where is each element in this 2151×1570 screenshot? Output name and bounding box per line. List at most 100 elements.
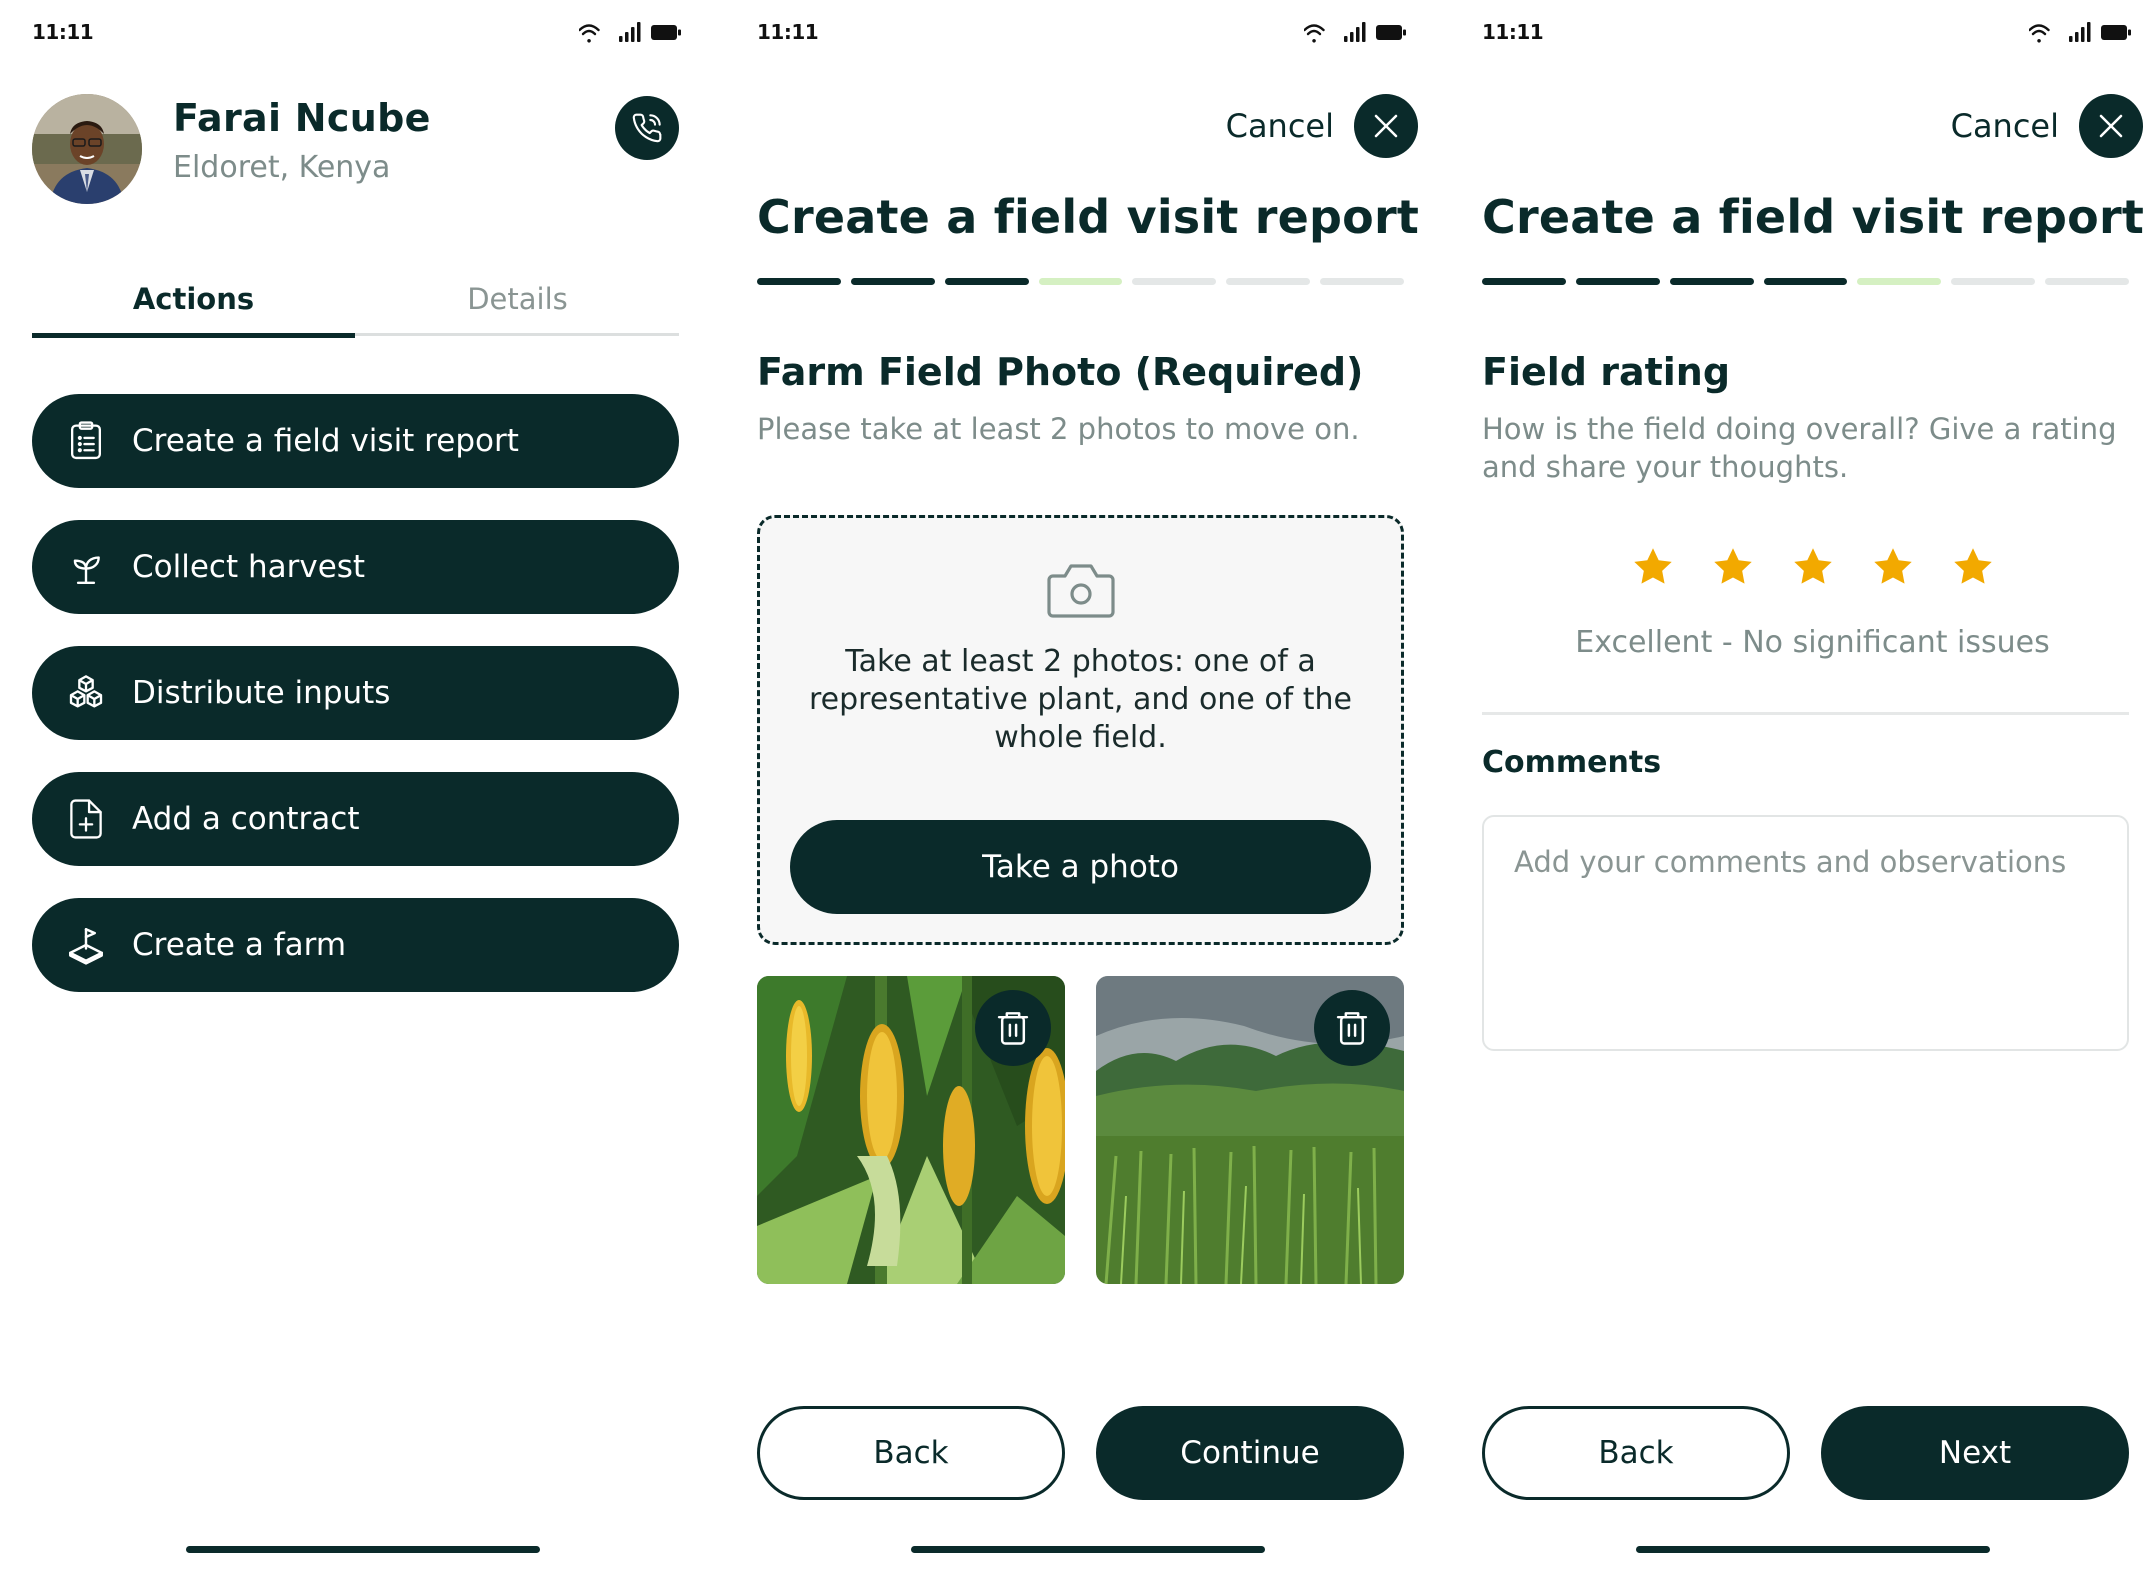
section-title: Field rating: [1482, 350, 1731, 394]
photo-step-screen: 11:11 Cancel Create a field visit report…: [725, 0, 1450, 1570]
cancel-label[interactable]: Cancel: [1226, 107, 1334, 145]
next-button[interactable]: Next: [1821, 1406, 2129, 1500]
tab-details[interactable]: Details: [356, 268, 679, 336]
create-field-visit-report-button[interactable]: Create a field visit report: [32, 394, 679, 488]
farmer-name: Farai Ncube: [173, 96, 431, 140]
call-button[interactable]: [615, 96, 679, 160]
battery-icon: [1376, 25, 1406, 40]
action-label: Add a contract: [132, 801, 360, 837]
camera-icon: [1046, 564, 1115, 618]
action-label: Create a field visit report: [132, 423, 519, 459]
action-label: Create a farm: [132, 927, 347, 963]
status-bar: 11:11: [1482, 20, 2133, 46]
star-icon[interactable]: [1951, 545, 1995, 589]
star-icon[interactable]: [1871, 545, 1915, 589]
battery-icon: [2101, 25, 2131, 40]
farm-plot-icon: [64, 923, 108, 967]
status-time: 11:11: [757, 20, 819, 44]
comments-input[interactable]: [1484, 817, 2127, 1049]
take-photo-button[interactable]: Take a photo: [790, 820, 1371, 914]
trash-icon: [1336, 1012, 1368, 1045]
rating-step-screen: 11:11 Cancel Create a field visit report…: [1450, 0, 2151, 1570]
collect-harvest-button[interactable]: Collect harvest: [32, 520, 679, 614]
section-subtitle: How is the field doing overall? Give a r…: [1482, 412, 2117, 484]
page-title: Create a field visit report: [1482, 190, 2145, 244]
comments-label: Comments: [1482, 745, 1662, 780]
progress-segment: [850, 278, 935, 285]
cancel-control[interactable]: Cancel: [1226, 94, 1418, 158]
home-indicator: [1635, 1546, 1990, 1553]
star-icon[interactable]: [1791, 545, 1835, 589]
close-icon: [2099, 114, 2123, 138]
progress-segment: [944, 278, 1029, 285]
document-plus-icon: [64, 797, 108, 841]
progress-segment: [1482, 278, 1566, 285]
cellular-signal-icon: [2069, 22, 2091, 42]
progress-segment: [757, 278, 841, 285]
progress-segment: [1226, 278, 1311, 285]
progress-segment: [1951, 278, 2036, 285]
back-button[interactable]: Back: [757, 1406, 1065, 1500]
action-label: Collect harvest: [132, 549, 366, 585]
photo-thumbnail-plant: [757, 976, 1065, 1284]
wifi-icon: [579, 24, 600, 43]
avatar: [32, 94, 142, 204]
sprout-icon: [64, 545, 108, 589]
section-title: Farm Field Photo (Required): [757, 350, 1364, 394]
delete-photo-button[interactable]: [975, 990, 1051, 1066]
divider: [1482, 712, 2129, 715]
action-label: Distribute inputs: [132, 675, 391, 711]
cellular-signal-icon: [619, 22, 641, 42]
status-time: 11:11: [32, 20, 94, 44]
progress-segment: [1763, 278, 1848, 285]
status-bar: 11:11: [32, 20, 683, 46]
delete-photo-button[interactable]: [1314, 990, 1390, 1066]
cancel-control[interactable]: Cancel: [1951, 94, 2143, 158]
status-icons: [579, 20, 683, 46]
close-icon: [1374, 114, 1398, 138]
step-progress: [1482, 278, 2130, 286]
progress-segment: [2045, 278, 2130, 285]
status-icons: [1304, 20, 1408, 46]
home-indicator: [185, 1546, 540, 1553]
star-rating: [1450, 545, 2151, 601]
farmer-profile-screen: 11:11 Farai Ncube Eldoret, Kenya Actions…: [0, 0, 725, 1570]
trash-icon: [997, 1012, 1029, 1045]
battery-icon: [651, 25, 681, 40]
farmer-location: Eldoret, Kenya: [173, 150, 391, 185]
rating-label: Excellent - No significant issues: [1575, 625, 2050, 660]
back-button[interactable]: Back: [1482, 1406, 1790, 1500]
status-time: 11:11: [1482, 20, 1544, 44]
phone-icon: [632, 113, 662, 143]
add-contract-button[interactable]: Add a contract: [32, 772, 679, 866]
progress-segment: [1132, 278, 1217, 285]
progress-segment: [1857, 278, 1942, 285]
cancel-button[interactable]: [2079, 94, 2143, 158]
star-icon[interactable]: [1711, 545, 1755, 589]
wifi-icon: [2029, 24, 2050, 43]
wifi-icon: [1304, 24, 1325, 43]
create-farm-button[interactable]: Create a farm: [32, 898, 679, 992]
comments-field[interactable]: [1482, 815, 2129, 1051]
photo-instructions: Take at least 2 photos: one of a represe…: [808, 644, 1353, 755]
step-progress: [757, 278, 1405, 286]
cellular-signal-icon: [1344, 22, 1366, 42]
boxes-icon: [64, 671, 108, 715]
status-bar: 11:11: [757, 20, 1408, 46]
status-icons: [2029, 20, 2133, 46]
progress-segment: [1320, 278, 1405, 285]
star-icon[interactable]: [1631, 545, 1675, 589]
photo-thumbnail-field: [1096, 976, 1404, 1284]
cancel-label[interactable]: Cancel: [1951, 107, 2059, 145]
cancel-button[interactable]: [1354, 94, 1418, 158]
distribute-inputs-button[interactable]: Distribute inputs: [32, 646, 679, 740]
continue-button[interactable]: Continue: [1096, 1406, 1404, 1500]
home-indicator: [910, 1546, 1265, 1553]
section-subtitle: Please take at least 2 photos to move on…: [757, 412, 1360, 446]
progress-segment: [1038, 278, 1123, 285]
tab-actions[interactable]: Actions: [32, 268, 355, 338]
progress-segment: [1575, 278, 1660, 285]
photo-dropzone[interactable]: Take at least 2 photos: one of a represe…: [757, 515, 1404, 945]
progress-segment: [1669, 278, 1754, 285]
clipboard-icon: [64, 419, 108, 463]
